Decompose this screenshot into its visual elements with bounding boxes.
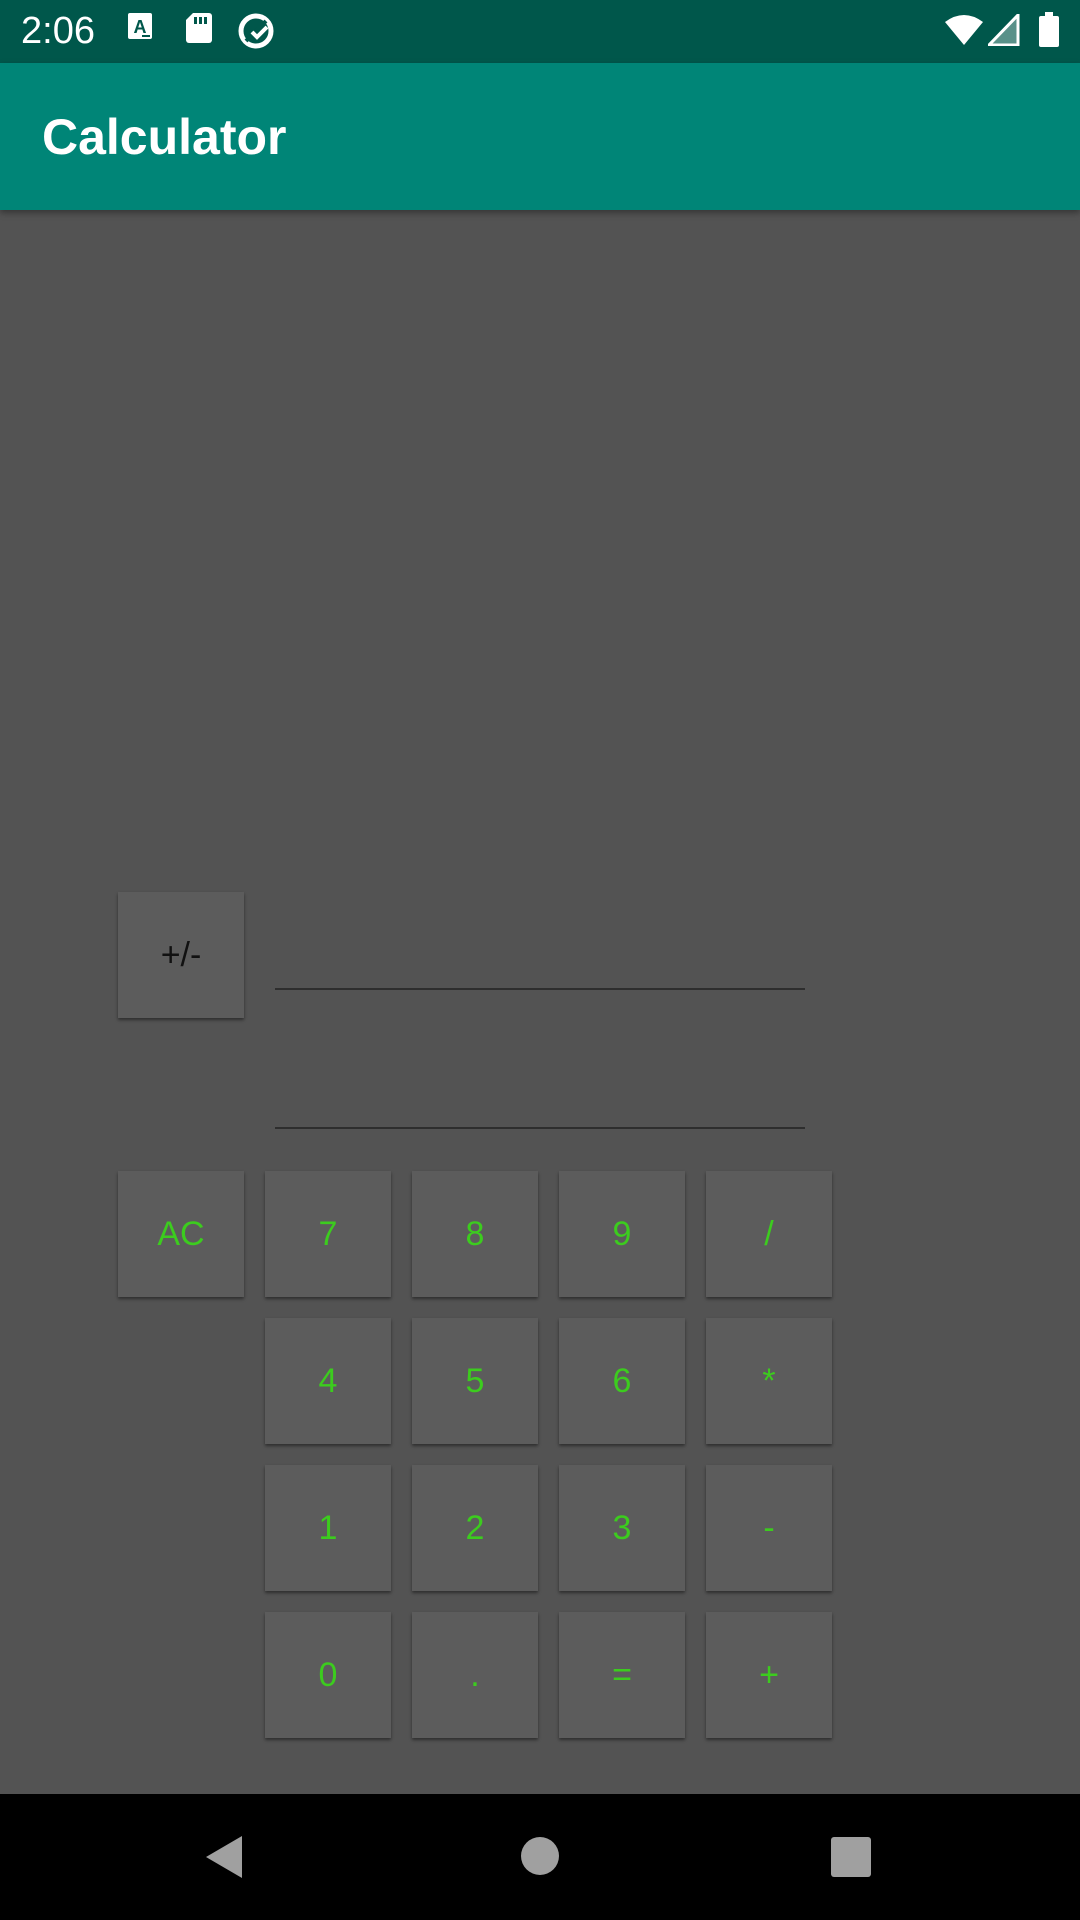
result-field[interactable] xyxy=(275,1057,805,1129)
svg-text:A: A xyxy=(134,17,147,37)
sign-toggle-button[interactable]: +/- xyxy=(118,892,244,1018)
multiply-button[interactable]: * xyxy=(706,1318,832,1444)
sd-card-icon xyxy=(185,12,213,49)
clear-all-button[interactable]: AC xyxy=(118,1171,244,1297)
digit-9-button[interactable]: 9 xyxy=(559,1171,685,1297)
a-notification-icon: A xyxy=(127,12,153,47)
back-icon[interactable] xyxy=(204,1835,244,1884)
home-icon[interactable] xyxy=(520,1836,560,1881)
recents-icon[interactable] xyxy=(831,1837,871,1882)
signal-icon xyxy=(985,11,1020,51)
digit-3-button[interactable]: 3 xyxy=(559,1465,685,1591)
subtract-button[interactable]: - xyxy=(706,1465,832,1591)
digit-1-button[interactable]: 1 xyxy=(265,1465,391,1591)
digit-2-button[interactable]: 2 xyxy=(412,1465,538,1591)
equals-button[interactable]: = xyxy=(559,1612,685,1738)
wifi-icon xyxy=(944,14,984,51)
status-bar: 2:06 A xyxy=(0,0,1080,63)
digit-8-button[interactable]: 8 xyxy=(412,1171,538,1297)
digit-4-button[interactable]: 4 xyxy=(265,1318,391,1444)
vpn-icon xyxy=(237,12,275,55)
app-title: Calculator xyxy=(42,109,287,165)
divide-button[interactable]: / xyxy=(706,1171,832,1297)
digit-5-button[interactable]: 5 xyxy=(412,1318,538,1444)
app-bar: Calculator xyxy=(0,63,1080,210)
decimal-point-button[interactable]: . xyxy=(412,1612,538,1738)
battery-icon xyxy=(1038,12,1060,53)
digit-0-button[interactable]: 0 xyxy=(265,1612,391,1738)
add-button[interactable]: + xyxy=(706,1612,832,1738)
navigation-bar xyxy=(0,1794,1080,1920)
digit-6-button[interactable]: 6 xyxy=(559,1318,685,1444)
status-time: 2:06 xyxy=(21,10,95,52)
digit-7-button[interactable]: 7 xyxy=(265,1171,391,1297)
input-field[interactable] xyxy=(275,918,805,990)
